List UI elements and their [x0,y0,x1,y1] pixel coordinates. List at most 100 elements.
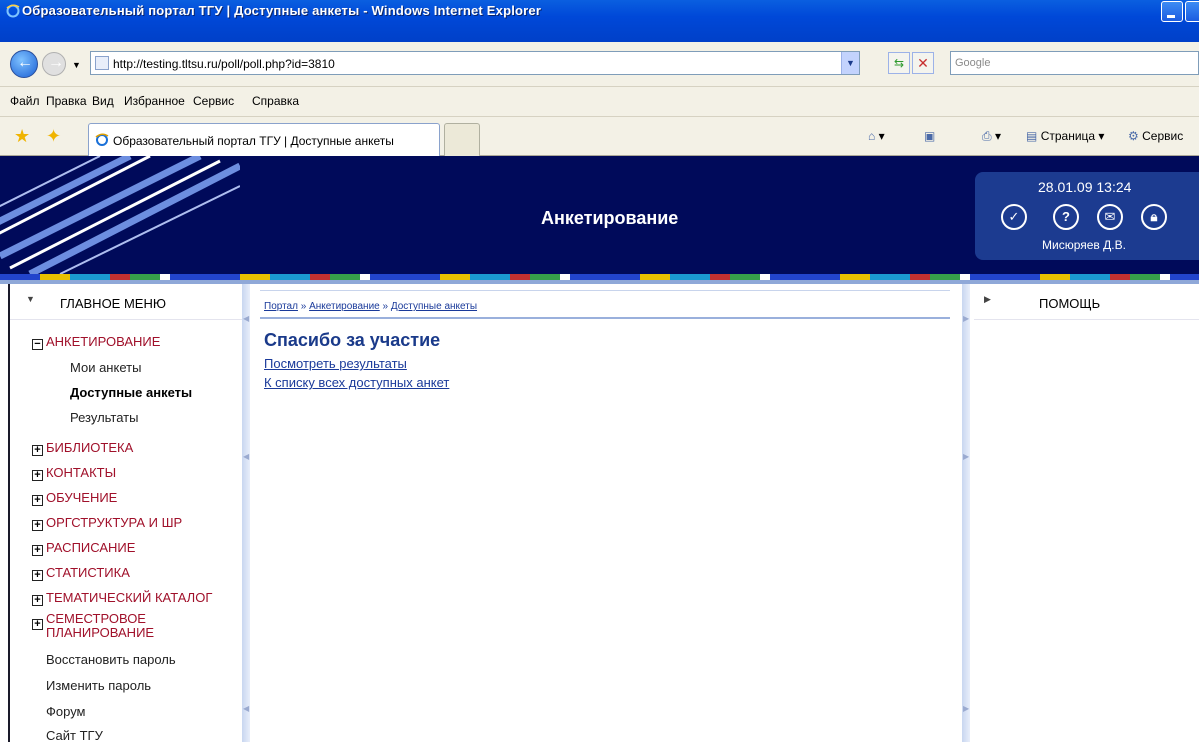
link-university-site[interactable]: Сайт ТГУ [46,728,103,743]
address-bar[interactable]: http://testing.tltsu.ru/poll/poll.php?id… [90,51,860,75]
print-icon[interactable]: ⎙ ▾ [982,129,1001,144]
menu-tools[interactable]: Сервис [193,94,234,108]
menu-section-education[interactable]: + ОБУЧЕНИЕ [32,490,117,506]
menu-file[interactable]: Файл [10,94,40,108]
mail-icon[interactable]: ✉ [1097,204,1123,230]
window-title: Образовательный портал ТГУ | Доступные а… [22,3,542,18]
left-column-splitter[interactable]: ◀ ◀ ◀ [242,284,250,742]
help-panel-header[interactable]: ▶ ПОМОЩЬ [974,290,1199,320]
all-surveys-link[interactable]: К списку всех доступных анкет [264,375,449,390]
expand-icon[interactable]: + [32,619,43,630]
breadcrumb: Портал » Анкетирование » Доступные анкет… [264,301,478,312]
check-icon[interactable]: ✓ [1001,204,1027,230]
address-dropdown-button[interactable]: ▼ [841,52,859,74]
address-url[interactable]: http://testing.tltsu.ru/poll/poll.php?id… [113,57,335,71]
tab-label: Образовательный портал ТГУ | Доступные а… [113,134,394,148]
expand-icon[interactable]: + [32,595,43,606]
expand-icon[interactable]: + [32,570,43,581]
expand-icon[interactable]: + [32,470,43,481]
home-icon[interactable]: ⌂ ▾ [868,129,885,143]
user-info-box: 28.01.09 13:24 ✓ ? ✉ 🔒︎ Мисюряев Д.В. [975,172,1199,260]
menu-edit[interactable]: Правка [46,94,87,108]
tab-current[interactable]: Образовательный портал ТГУ | Доступные а… [88,123,440,157]
portal-logo-stripes [0,156,240,274]
back-button[interactable]: ← [10,50,38,78]
breadcrumb-surveys[interactable]: Анкетирование [309,301,380,312]
tools-menu-button[interactable]: ⚙ Сервис [1128,129,1183,143]
page-icon: ▤ [1026,129,1038,143]
breadcrumb-available-surveys[interactable]: Доступные анкеты [391,301,477,312]
expand-icon[interactable]: + [32,495,43,506]
collapse-left-icon[interactable]: ◀ [243,452,249,461]
main-menu-header[interactable]: ▼ ГЛАВНОЕ МЕНЮ [10,290,242,320]
main-content: Портал » Анкетирование » Доступные анкет… [256,284,960,742]
collapse-right-icon[interactable]: ▶ [963,452,969,461]
help-panel: ▶ ПОМОЩЬ [974,284,1199,742]
menu-view[interactable]: Вид [92,94,114,108]
window-titlebar: Образовательный портал ТГУ | Доступные а… [0,0,1199,42]
refresh-icon: ⇆ [893,56,905,70]
menu-section-catalog[interactable]: + ТЕМАТИЧЕСКИЙ КАТАЛОГ [32,590,212,606]
help-icon[interactable]: ? [1053,204,1079,230]
menu-item-results[interactable]: Результаты [70,410,138,425]
menu-bar: Файл Правка Вид Избранное Сервис Справка [0,86,1199,116]
menu-favorites[interactable]: Избранное [124,94,185,108]
page-menu-button[interactable]: ▤ Страница ▾ [1026,129,1104,143]
collapse-right-icon[interactable]: ▶ [963,314,969,323]
menu-section-semester-planning[interactable]: + СЕМЕСТРОВОЕ ПЛАНИРОВАНИЕ [32,612,154,640]
menu-section-statistics[interactable]: + СТАТИСТИКА [32,565,130,581]
new-tab-button[interactable] [444,123,480,157]
menu-section-contacts[interactable]: + КОНТАКТЫ [32,465,116,481]
breadcrumb-underline [260,317,950,319]
minimize-button[interactable] [1161,1,1183,22]
collapse-left-icon[interactable]: ◀ [243,704,249,713]
view-results-link[interactable]: Посмотреть результаты [264,356,407,371]
portal-header: Анкетирование 28.01.09 13:24 ✓ ? ✉ 🔒︎ Ми… [0,156,1199,274]
collapse-triangle-icon[interactable]: ▼ [26,294,35,304]
main-menu-title: ГЛАВНОЕ МЕНЮ [60,296,166,311]
expand-icon[interactable]: + [32,520,43,531]
refresh-button[interactable]: ⇆ [888,52,910,74]
history-dropdown-icon[interactable]: ▼ [72,60,81,70]
expand-icon[interactable]: + [32,445,43,456]
link-change-password[interactable]: Изменить пароль [46,678,151,693]
link-forum[interactable]: Форум [46,704,86,719]
ie-page-icon [95,133,109,146]
add-favorite-icon[interactable]: ✦ [46,126,61,147]
menu-item-available-surveys[interactable]: Доступные анкеты [70,385,192,400]
maximize-button[interactable] [1185,1,1199,22]
stop-button[interactable]: ✕ [912,52,934,74]
link-restore-password[interactable]: Восстановить пароль [46,652,176,667]
feeds-icon[interactable]: ▣ [924,129,935,143]
right-column-splitter[interactable]: ▶ ▶ ▶ [962,284,970,742]
forward-arrow-icon: → [48,54,64,71]
menu-section-schedule[interactable]: + РАСПИСАНИЕ [32,540,135,556]
search-placeholder: Google [955,57,991,69]
navigation-bar: ← → ▼ http://testing.tltsu.ru/poll/poll.… [0,42,1199,86]
menu-section-org-structure[interactable]: + ОРГСТРУКТУРА И ШР [32,515,182,531]
collapse-right-icon[interactable]: ▶ [963,704,969,713]
favorites-star-icon[interactable]: ★ [14,126,30,147]
breadcrumb-top-line [260,290,950,291]
breadcrumb-portal[interactable]: Портал [264,301,298,312]
page-title: Спасибо за участие [264,330,441,350]
lock-icon[interactable]: 🔒︎ [1141,204,1167,230]
expand-triangle-icon[interactable]: ▶ [984,294,991,305]
menu-section-library[interactable]: + БИБЛИОТЕКА [32,440,133,456]
forward-button[interactable]: → [42,52,66,76]
ie-logo-icon [6,4,20,18]
collapse-left-icon[interactable]: ◀ [243,314,249,323]
stop-icon: ✕ [917,55,929,71]
search-input[interactable]: Google [950,51,1199,75]
gear-icon: ⚙ [1128,129,1139,143]
collapse-icon[interactable]: − [32,339,43,350]
help-panel-title: ПОМОЩЬ [1039,296,1101,311]
menu-help[interactable]: Справка [252,94,299,108]
menu-section-surveys[interactable]: − АНКЕТИРОВАНИЕ [32,334,160,350]
main-menu: ▼ ГЛАВНОЕ МЕНЮ − АНКЕТИРОВАНИЕ Мои анкеты… [8,284,242,743]
user-name: Мисюряев Д.В. [1042,238,1126,252]
expand-icon[interactable]: + [32,545,43,556]
menu-item-my-surveys[interactable]: Мои анкеты [70,360,141,375]
page-header-title: Анкетирование [541,208,679,228]
page-icon [95,56,109,70]
